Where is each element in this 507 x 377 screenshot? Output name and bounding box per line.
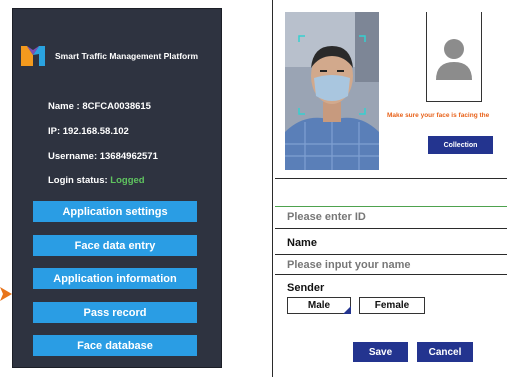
user-silhouette-icon <box>436 39 472 80</box>
cancel-button[interactable]: Cancel <box>417 342 473 362</box>
male-option-button[interactable]: Male <box>287 297 351 314</box>
app-logo <box>21 46 45 66</box>
captured-face-placeholder <box>426 12 482 102</box>
id-input[interactable] <box>287 209 502 225</box>
divider <box>275 206 507 207</box>
face-entry-form: Make sure your face is facing the Collec… <box>272 0 507 377</box>
sender-label: Sender <box>287 282 325 294</box>
application-information-button[interactable]: Application information <box>33 268 197 289</box>
pointer-arrow-icon <box>0 287 12 301</box>
female-option-button[interactable]: Female <box>359 297 425 314</box>
navigation-panel: Smart Traffic Management Platform Name :… <box>12 8 222 368</box>
application-settings-button[interactable]: Application settings <box>33 201 197 222</box>
face-database-button[interactable]: Face database <box>33 335 197 356</box>
device-name-info: Name : 8CFCA0038615 <box>48 101 151 112</box>
divider <box>275 228 507 229</box>
name-input[interactable] <box>287 257 502 273</box>
camera-preview <box>285 12 379 170</box>
face-alignment-hint: Make sure your face is facing the <box>387 112 490 119</box>
collection-button[interactable]: Collection <box>428 136 493 154</box>
save-button[interactable]: Save <box>353 342 408 362</box>
app-header: Smart Traffic Management Platform <box>21 43 198 69</box>
divider <box>275 178 507 179</box>
selected-indicator <box>343 306 351 314</box>
login-status-value: Logged <box>110 175 145 186</box>
camera-frame-image <box>285 12 379 170</box>
login-status-label: Login status: <box>48 175 108 186</box>
name-label: Name <box>287 237 317 249</box>
male-option-label: Male <box>307 300 331 311</box>
ip-info: IP: 192.168.58.102 <box>48 126 129 137</box>
pass-record-button[interactable]: Pass record <box>33 302 197 323</box>
login-status: Login status: Logged <box>48 175 145 186</box>
divider <box>275 254 507 255</box>
username-info: Username: 13684962571 <box>48 151 158 162</box>
face-data-entry-button[interactable]: Face data entry <box>33 235 197 256</box>
app-title: Smart Traffic Management Platform <box>55 51 199 61</box>
divider <box>275 274 507 275</box>
